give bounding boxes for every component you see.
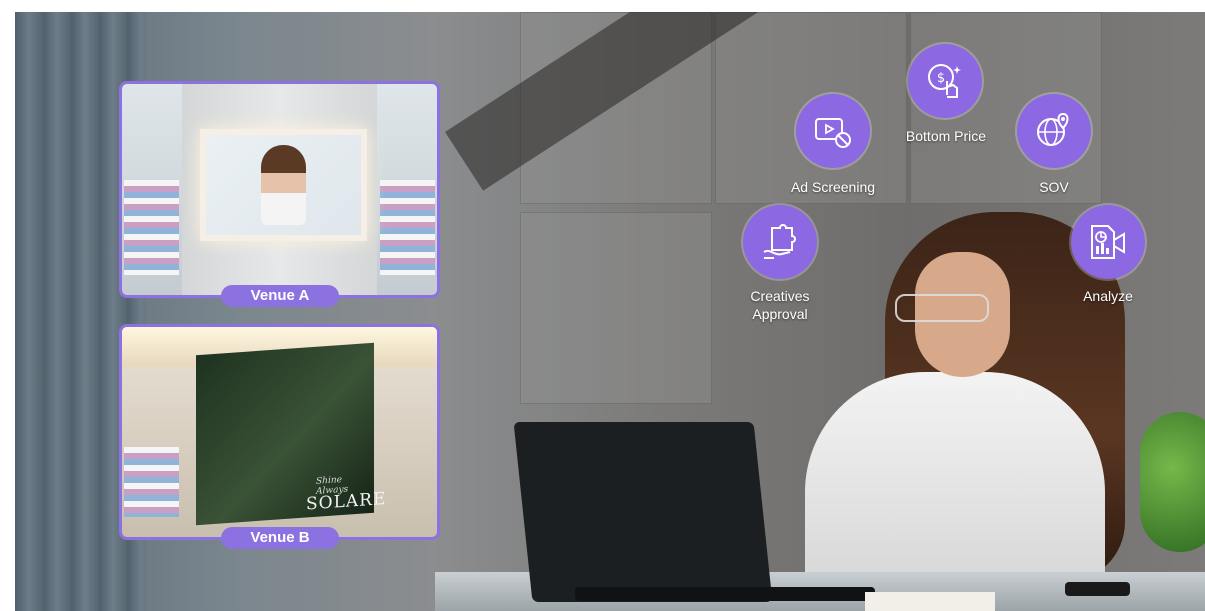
ad-screening-button[interactable] [796, 94, 870, 168]
ad-screening-label: Ad Screening [790, 179, 876, 195]
puzzle-hand-icon [763, 224, 796, 259]
glasses [895, 294, 989, 322]
sov-button[interactable] [1017, 94, 1091, 168]
mall-shelves [124, 180, 179, 275]
digital-signage-screen: Shine Always SOLARE [196, 342, 386, 526]
store-front [124, 447, 179, 517]
venue-b-label: Venue B [221, 527, 339, 549]
model-portrait [261, 145, 306, 225]
woman-shirt [805, 372, 1105, 582]
bottom-price-label: Bottom Price [905, 128, 987, 144]
creatives-approval-label-line2: Approval [752, 306, 808, 322]
digital-signage-screen [200, 129, 367, 241]
screen-brand: SOLARE [306, 488, 387, 515]
svg-text:$: $ [937, 71, 945, 86]
plant [1140, 412, 1205, 552]
report-megaphone-icon [1091, 225, 1125, 259]
price-touch-icon: $ [928, 64, 961, 98]
globe-location-icon [1037, 112, 1069, 146]
creatives-approval-button[interactable] [743, 205, 817, 279]
analyze-label: Analyze [1083, 288, 1133, 304]
sov-label: SOV [1039, 179, 1069, 195]
concrete-wall-panel [520, 212, 712, 404]
video-blocked-icon [815, 118, 851, 148]
bottom-price-button[interactable]: $ [908, 44, 982, 118]
analyze-button[interactable] [1071, 205, 1145, 279]
laptop [513, 422, 773, 602]
venue-b-card: Shine Always SOLARE [119, 324, 440, 540]
laptop-base [575, 587, 875, 601]
creatives-approval-label-line1: Creatives [750, 288, 810, 304]
notebook [865, 592, 995, 611]
venue-a-label: Venue A [221, 285, 339, 307]
mall-shelves [380, 180, 435, 275]
venue-a-card [119, 81, 440, 298]
phone [1065, 582, 1130, 596]
creatives-approval-label: Creatives Approval [722, 287, 838, 323]
